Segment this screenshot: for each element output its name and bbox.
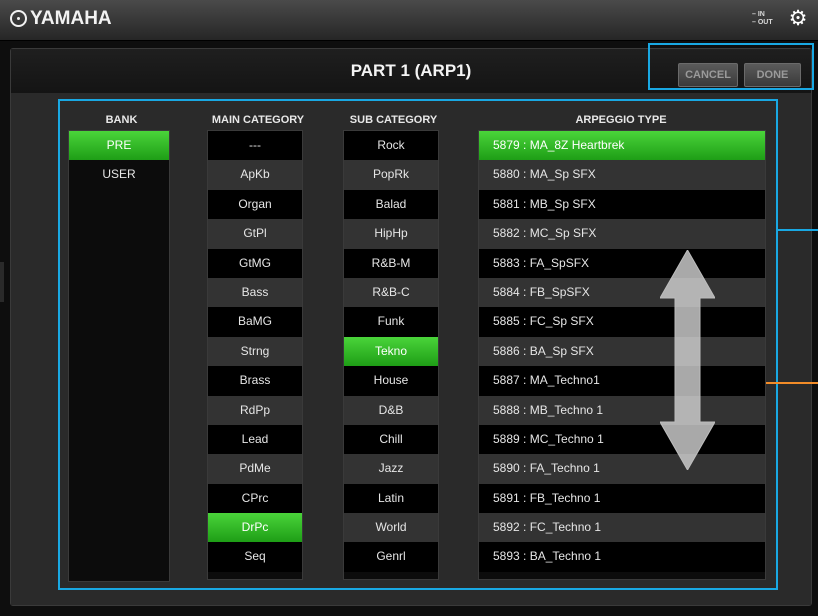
arpeggio-type-column-header: ARPEGGIO TYPE	[575, 114, 667, 126]
main-category-item[interactable]: BaMG	[208, 307, 302, 337]
arpeggio-type-item[interactable]: 5893 : BA_Techno 1	[479, 542, 765, 572]
main-category-item[interactable]: Strng	[208, 336, 302, 367]
arpeggio-type-item[interactable]: 5879 : MA_8Z Heartbrek	[479, 131, 765, 161]
sub-category-item[interactable]: R&B-C	[344, 277, 438, 308]
arpeggio-type-item[interactable]: 5891 : FB_Techno 1	[479, 483, 765, 514]
sub-category-item[interactable]: HipHp	[344, 219, 438, 249]
arpeggio-type-item[interactable]: 5892 : FC_Techno 1	[479, 513, 765, 543]
main-category-item[interactable]: GtPl	[208, 219, 302, 249]
main-category-item[interactable]: RdPp	[208, 395, 302, 425]
main-category-item[interactable]: PdMe	[208, 454, 302, 484]
bank-list[interactable]: PRE USER	[68, 130, 170, 582]
main-category-list[interactable]: --- ApKb Organ GtPl GtMG Bass BaMG Strng Brass Rd…	[207, 130, 303, 580]
main-category-item[interactable]: Bass	[208, 277, 302, 308]
arpeggio-type-item[interactable]: 5889 : MC_Techno 1	[479, 424, 765, 455]
top-bar: YAMAHA – IN – OUT ⚙	[0, 0, 818, 41]
side-edge	[0, 262, 4, 302]
arpeggio-type-item[interactable]: 5884 : FB_SpSFX	[479, 277, 765, 308]
arpeggio-type-item[interactable]: 5880 : MA_Sp SFX	[479, 160, 765, 190]
sub-category-item[interactable]: Genrl	[344, 542, 438, 572]
sub-category-item[interactable]: PopRk	[344, 160, 438, 190]
sub-category-item[interactable]: Balad	[344, 189, 438, 220]
bank-list-item[interactable]: PRE	[69, 131, 169, 161]
arpeggio-type-item[interactable]: 5883 : FA_SpSFX	[479, 248, 765, 278]
gear-icon[interactable]: ⚙	[787, 8, 809, 30]
sub-category-column-header: SUB CATEGORY	[349, 114, 438, 126]
io-indicator: – IN – OUT	[752, 11, 773, 26]
bank-column-header: BANK	[105, 114, 138, 126]
arpeggio-type-list[interactable]: 5879 : MA_8Z Heartbrek 5880 : MA_Sp SFX 58…	[478, 130, 766, 580]
sub-category-item[interactable]: Chill	[344, 424, 438, 455]
arpeggio-type-item[interactable]: 5885 : FC_Sp SFX	[479, 307, 765, 337]
buttons-highlight-frame	[648, 43, 814, 90]
arpeggio-type-item[interactable]: 5888 : MB_Techno 1	[479, 395, 765, 425]
brand-name: YAMAHA	[30, 8, 112, 29]
lists-callout-line	[778, 229, 818, 231]
bank-list-item[interactable]: USER	[69, 160, 169, 189]
sub-category-item[interactable]: Jazz	[344, 454, 438, 484]
arpeggio-type-item[interactable]: 5887 : MA_Techno1	[479, 366, 765, 396]
arpeggio-type-item[interactable]: 5881 : MB_Sp SFX	[479, 189, 765, 220]
main-category-item[interactable]: Organ	[208, 189, 302, 220]
app-window: YAMAHA – IN – OUT ⚙ PART 1 (ARP1) CANCEL…	[0, 0, 818, 616]
main-category-item[interactable]: Lead	[208, 424, 302, 455]
sub-category-item[interactable]: Latin	[344, 483, 438, 514]
arpeggio-type-item[interactable]: 5886 : BA_Sp SFX	[479, 336, 765, 367]
scroll-updown-arrow-icon	[660, 250, 715, 470]
main-category-item[interactable]: ---	[208, 131, 302, 161]
sub-category-item[interactable]: World	[344, 513, 438, 543]
main-category-item[interactable]: DrPc	[208, 513, 302, 543]
sub-category-item[interactable]: Rock	[344, 131, 438, 161]
main-category-item[interactable]: Seq	[208, 542, 302, 572]
sub-category-item[interactable]: D&B	[344, 395, 438, 425]
main-category-item[interactable]: Brass	[208, 366, 302, 396]
io-in-label: IN	[757, 11, 765, 18]
sub-category-list[interactable]: Rock PopRk Balad HipHp R&B-M R&B-C Funk Tekno Ho…	[343, 130, 439, 580]
yamaha-logo: YAMAHA	[10, 8, 112, 30]
main-category-column-header: MAIN CATEGORY	[211, 114, 305, 126]
sub-category-item[interactable]: House	[344, 366, 438, 396]
arpeggio-type-item[interactable]: 5890 : FA_Techno 1	[479, 454, 765, 484]
main-category-item[interactable]: CPrc	[208, 483, 302, 514]
main-category-item[interactable]: ApKb	[208, 160, 302, 190]
sub-category-item[interactable]: Funk	[344, 307, 438, 337]
arpeggio-type-item[interactable]: 5882 : MC_Sp SFX	[479, 219, 765, 249]
sub-category-item[interactable]: Tekno	[344, 336, 438, 367]
tuning-fork-emblem-icon	[10, 10, 27, 27]
main-category-item[interactable]: GtMG	[208, 248, 302, 278]
sub-category-item[interactable]: R&B-M	[344, 248, 438, 278]
io-out-label: OUT	[757, 19, 773, 26]
